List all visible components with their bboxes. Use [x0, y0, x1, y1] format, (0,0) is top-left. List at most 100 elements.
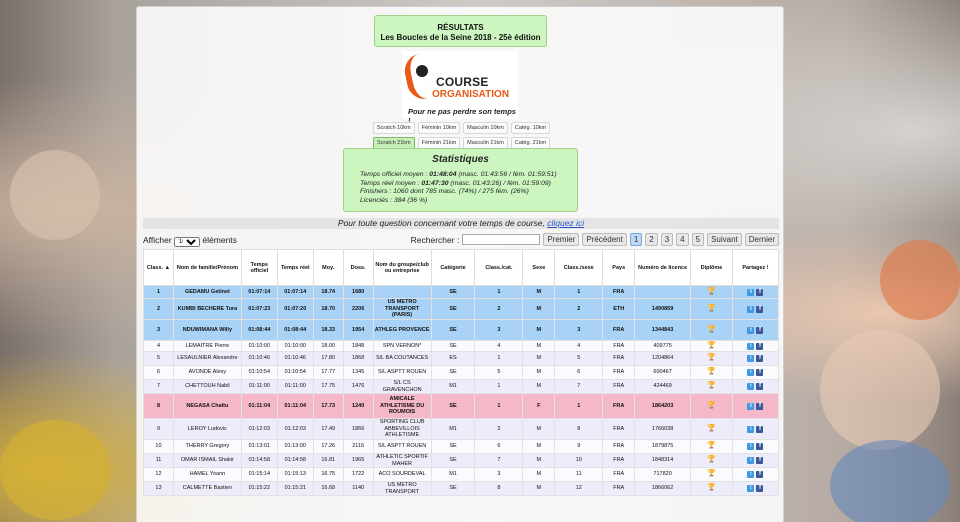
cell-sex: F [522, 393, 556, 419]
table-row[interactable]: 9 LEROY Ludovic 01:12:03 01:12:03 17.49 1866 S… [143, 418, 780, 440]
cell-sex: M [522, 351, 556, 366]
twitter-icon[interactable]: t [747, 402, 755, 410]
results-title: RÉSULTATS Les Boucles de la Seine 2018 -… [374, 15, 547, 47]
trophy-icon[interactable]: 🏆 [707, 288, 716, 295]
twitter-icon[interactable]: t [747, 355, 755, 362]
trophy-icon[interactable]: 🏆 [707, 354, 716, 361]
trophy-icon[interactable]: 🏆 [707, 305, 716, 312]
table-row[interactable]: 12 HAMEL Yoann 01:15:14 01:15:13 16.75 1722 AC… [143, 467, 780, 482]
trophy-icon[interactable]: 🏆 [707, 442, 716, 449]
table-row[interactable]: 5 LESAULNIER Alexandre 01:10:46 01:10:46 17.… [143, 351, 780, 366]
col-category-header[interactable]: Catégorie [430, 249, 476, 286]
twitter-icon[interactable]: t [747, 443, 755, 450]
table-controls: Afficher 100 éléments Rechercher : Premi… [143, 233, 779, 247]
cell-diploma: 🏆 [690, 365, 733, 380]
page-5-button[interactable]: 5 [691, 233, 705, 246]
cell-name: NEGASA Chaltu [172, 393, 242, 419]
page-length-select[interactable]: 100 [174, 237, 201, 247]
cell-sex: M [522, 340, 556, 352]
filter-feminin-10km[interactable]: Féminin 10km [417, 122, 461, 134]
filter-categ-10km[interactable]: Catég. 10km [510, 122, 551, 134]
cell-country: FRA [602, 393, 636, 419]
col-club-header[interactable]: Nom du groupe/club ou entreprise [372, 249, 432, 286]
page-1-button[interactable]: 1 [629, 233, 643, 246]
facebook-icon[interactable]: f [756, 443, 764, 450]
col-name-header[interactable]: Nom de famille/Prénom [172, 249, 242, 286]
trophy-icon[interactable]: 🏆 [707, 425, 716, 432]
trophy-icon[interactable]: 🏆 [707, 368, 716, 375]
col-avg-speed-header[interactable]: Moy. [312, 249, 344, 286]
facebook-icon[interactable]: f [756, 402, 764, 410]
facebook-icon[interactable]: f [756, 383, 764, 390]
col-country-header[interactable]: Pays [602, 249, 636, 286]
facebook-icon[interactable]: f [756, 485, 764, 492]
trophy-icon[interactable]: 🏆 [707, 382, 716, 389]
first-page-button[interactable]: Premier [543, 233, 580, 246]
facebook-icon[interactable]: f [756, 425, 764, 433]
table-row[interactable]: 4 LEMAITRE Pierre 01:10:00 01:10:00 18.00 184… [143, 340, 780, 352]
facebook-icon[interactable]: f [756, 369, 764, 376]
twitter-icon[interactable]: t [747, 288, 755, 296]
cell-licence: 717820 [634, 467, 692, 482]
col-class-sex-header[interactable]: Class./sexe [554, 249, 604, 286]
previous-page-button[interactable]: Précédent [582, 233, 627, 246]
facebook-icon[interactable]: f [756, 471, 764, 478]
col-sex-header[interactable]: Sexe [522, 249, 556, 286]
filter-scratch-10km[interactable]: Scratch 10km [372, 122, 415, 134]
page-2-button[interactable]: 2 [645, 233, 658, 246]
contact-link[interactable]: cliquez ici [547, 218, 584, 228]
col-real-time-header[interactable]: Temps réel [276, 249, 314, 286]
twitter-icon[interactable]: t [747, 457, 755, 464]
table-row[interactable]: 6 AVONDE Alexy 01:10:54 01:10:54 17.77 1345 S/… [143, 365, 780, 380]
col-diploma-header[interactable]: Diplôme [690, 249, 733, 286]
trophy-icon[interactable]: 🏆 [707, 470, 716, 477]
twitter-icon[interactable]: t [747, 425, 755, 433]
table-row[interactable]: 7 CHETTOUH Nabil 01:11:00 01:11:00 17.75 1476… [143, 379, 780, 394]
last-page-button[interactable]: Dernier [744, 233, 779, 246]
cell-avg-speed: 16.81 [312, 453, 344, 468]
facebook-icon[interactable]: f [756, 342, 764, 350]
cell-bib: 1848 [342, 340, 374, 352]
col-class-cat-header[interactable]: Class./cat. [474, 249, 524, 286]
table-row[interactable]: 2 KUMBI BECHERE Tura 01:07:23 01:07:20 18.70… [143, 298, 780, 320]
facebook-icon[interactable]: f [756, 326, 764, 334]
facebook-icon[interactable]: f [756, 305, 764, 313]
trophy-icon[interactable]: 🏆 [707, 326, 716, 333]
col-licence-header[interactable]: Numéro de licence [634, 249, 692, 286]
twitter-icon[interactable]: t [747, 369, 755, 376]
col-bib-header[interactable]: Doss. [342, 249, 374, 286]
trophy-icon[interactable]: 🏆 [707, 484, 716, 491]
twitter-icon[interactable]: t [747, 342, 755, 350]
next-page-button[interactable]: Suivant [707, 233, 742, 246]
twitter-icon[interactable]: t [747, 383, 755, 390]
table-row[interactable]: 8 NEGASA Chaltu 01:11:04 01:11:04 17.73 1240 A… [143, 393, 780, 419]
search-input[interactable] [462, 234, 541, 245]
table-row[interactable]: 11 OMAR ISMAIL Shakir 01:14:58 01:14:58 16.8… [143, 453, 780, 468]
table-row[interactable]: 1 GEDAMU Getinet 01:07:14 01:07:14 18.74 1680… [143, 285, 780, 299]
table-row[interactable]: 3 NDUWIMANA Willy 01:08:44 01:08:44 18.33 195… [143, 319, 780, 341]
page-3-button[interactable]: 3 [660, 233, 674, 246]
col-share-header[interactable]: Partagez ! [731, 249, 780, 286]
twitter-icon[interactable]: t [747, 471, 755, 478]
trophy-icon[interactable]: 🏆 [707, 402, 716, 409]
facebook-icon[interactable]: f [756, 457, 764, 464]
table-row[interactable]: 10 THERRY Gregory 01:13:01 01:13:00 17.26 211… [143, 439, 780, 454]
facebook-icon[interactable]: f [756, 288, 764, 296]
cell-official-time: 01:08:44 [240, 319, 278, 341]
trophy-icon[interactable]: 🏆 [707, 456, 716, 463]
filter-masculin-10km[interactable]: Masculin 10km [463, 122, 508, 134]
twitter-icon[interactable]: t [747, 326, 755, 334]
cell-class-cat: 5 [474, 365, 524, 380]
col-official-time-header[interactable]: Temps officiel [240, 249, 278, 286]
table-row[interactable]: 13 CALMETTE Bastien 01:15:22 01:15:21 16.68 1… [143, 481, 780, 496]
trophy-icon[interactable]: 🏆 [707, 342, 716, 349]
twitter-icon[interactable]: t [747, 305, 755, 313]
page-4-button[interactable]: 4 [676, 233, 689, 246]
cell-class: 1 [143, 285, 174, 299]
facebook-icon[interactable]: f [756, 355, 764, 362]
twitter-icon[interactable]: t [747, 485, 755, 492]
cell-class-cat: 4 [474, 340, 524, 352]
cell-name: LEROY Ludovic [172, 418, 242, 440]
col-class-header[interactable]: Class. ▲ [143, 249, 174, 286]
cell-class-sex: 8 [554, 418, 604, 440]
